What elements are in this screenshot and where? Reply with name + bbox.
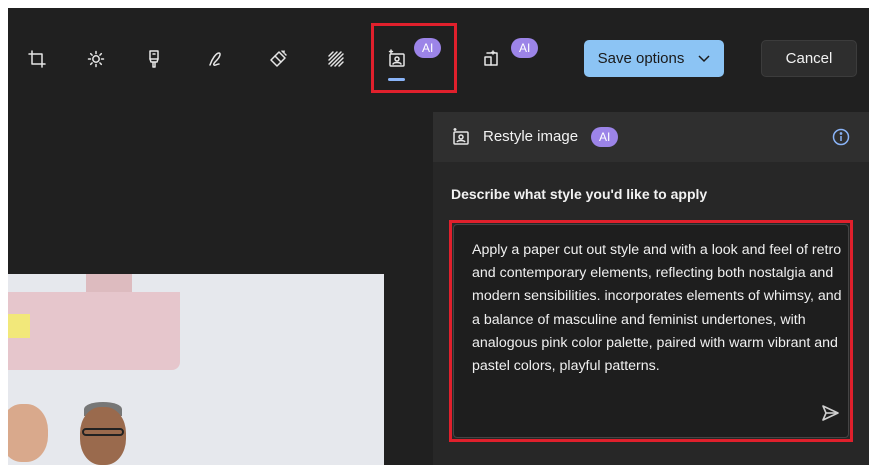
photo-editor-window: AI AI Save options Cancel Restyle image … (8, 8, 869, 465)
ai-badge: AI (591, 127, 619, 147)
ai-badge: AI (511, 38, 539, 58)
editing-toolbar: AI AI Save options Cancel (8, 8, 869, 108)
crop-icon[interactable] (24, 46, 50, 72)
background-blur-icon[interactable] (323, 46, 349, 72)
restyle-highlight (371, 23, 457, 93)
photo-person (8, 404, 48, 462)
describe-style-label: Describe what style you'd like to apply (451, 186, 708, 202)
panel-header: Restyle image AI (433, 112, 869, 162)
photo-canvas[interactable] (8, 274, 384, 465)
photo-person (80, 407, 126, 465)
restyle-image-icon (451, 127, 471, 147)
restyle-panel: Restyle image AI Describe what style you… (433, 112, 869, 465)
chevron-down-icon (698, 54, 710, 62)
generative-fill-icon[interactable] (478, 46, 504, 72)
save-options-button[interactable]: Save options (584, 40, 724, 77)
photo-detail (82, 428, 124, 436)
brightness-icon[interactable] (83, 46, 109, 72)
save-options-label: Save options (597, 50, 685, 67)
info-icon[interactable] (831, 127, 851, 147)
cancel-button[interactable]: Cancel (761, 40, 857, 77)
erase-icon[interactable] (265, 46, 291, 72)
markup-icon[interactable] (203, 46, 229, 72)
panel-title: Restyle image (483, 128, 579, 145)
photo-detail (8, 292, 180, 370)
prompt-highlight (449, 220, 853, 442)
photo-detail (8, 314, 30, 338)
filter-icon[interactable] (141, 46, 167, 72)
